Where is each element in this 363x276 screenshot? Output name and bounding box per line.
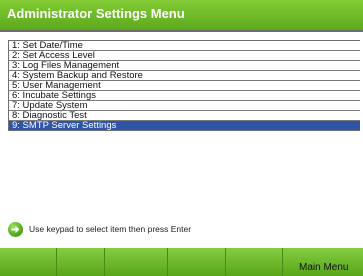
menu-item-diagnostic-test[interactable]: 8: Diagnostic Test: [9, 111, 360, 121]
menu-item-update-system[interactable]: 7: Update System: [9, 101, 360, 111]
menu-item-incubate-settings[interactable]: 6: Incubate Settings: [9, 91, 360, 101]
arrow-right-glyph: [11, 225, 20, 233]
main-menu-button[interactable]: Main Menu: [283, 248, 363, 276]
menu-item-user-management[interactable]: 5: User Management: [9, 81, 360, 91]
softkey-bar: Main Menu: [0, 248, 363, 276]
menu-item-log-files-management[interactable]: 3: Log Files Management: [9, 61, 360, 71]
softkey-3[interactable]: [105, 248, 168, 276]
menu-item-system-backup-restore[interactable]: 4: System Backup and Restore: [9, 71, 360, 81]
menu-item-set-date-time[interactable]: 1: Set Date/Time: [9, 41, 360, 51]
settings-menu-list: 1: Set Date/Time 2: Set Access Level 3: …: [8, 40, 360, 131]
title-bar: Administrator Settings Menu: [0, 0, 363, 30]
softkey-2[interactable]: [57, 248, 105, 276]
menu-item-smtp-server-settings[interactable]: 9: SMTP Server Settings: [9, 121, 360, 130]
page-title: Administrator Settings Menu: [7, 6, 185, 21]
hint-text: Use keypad to select item then press Ent…: [29, 224, 192, 234]
title-divider: [0, 30, 363, 32]
softkey-1[interactable]: [0, 248, 57, 276]
menu-item-set-access-level[interactable]: 2: Set Access Level: [9, 51, 360, 61]
admin-settings-screen: Administrator Settings Menu 1: Set Date/…: [0, 0, 363, 276]
softkey-5[interactable]: [226, 248, 283, 276]
softkey-4[interactable]: [168, 248, 226, 276]
instruction-hint: Use keypad to select item then press Ent…: [8, 221, 191, 237]
green-arrow-icon: [8, 221, 23, 237]
